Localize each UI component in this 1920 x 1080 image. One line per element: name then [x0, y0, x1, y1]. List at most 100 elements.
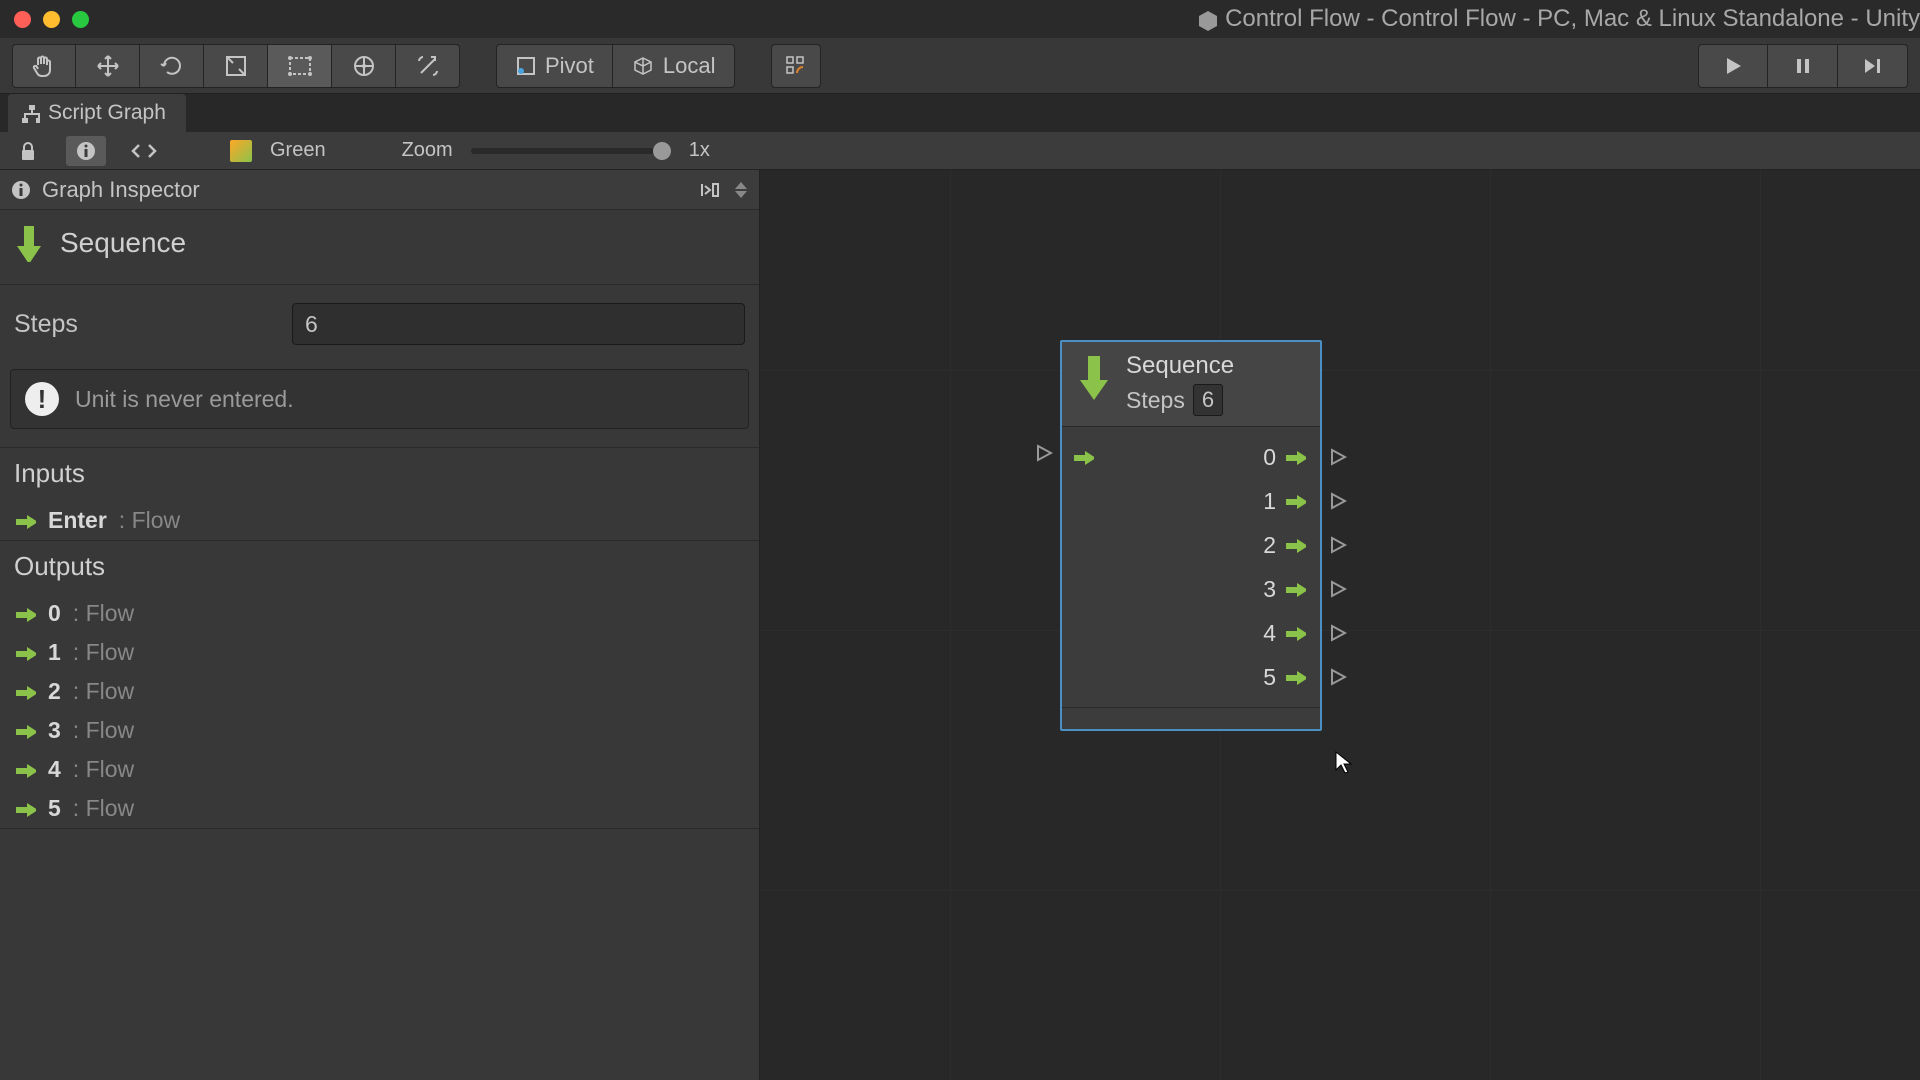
output-name: 3 [48, 717, 61, 744]
close-window-button[interactable] [14, 11, 31, 28]
output-name: 0 [48, 600, 61, 627]
play-button[interactable] [1698, 44, 1768, 88]
graph-inspector-panel: Graph Inspector Sequence Steps ! Unit is… [0, 170, 760, 1080]
local-label: Local [663, 53, 716, 79]
flow-output-port[interactable] [1328, 491, 1348, 511]
flow-output-port[interactable] [1328, 579, 1348, 599]
lock-button[interactable] [8, 136, 48, 166]
window-title: Control Flow - Control Flow - PC, Mac & … [1197, 5, 1920, 33]
step-button[interactable] [1838, 44, 1908, 88]
node-output-index: 4 [1263, 620, 1276, 647]
code-view-button[interactable] [124, 136, 164, 166]
output-name: 5 [48, 795, 61, 822]
output-row: 4 : Flow [0, 750, 759, 789]
cursor-icon [1332, 750, 1358, 776]
steps-label: Steps [14, 310, 274, 339]
input-row: Enter : Flow [0, 501, 759, 540]
node-output-index: 5 [1263, 664, 1276, 691]
main-area: Graph Inspector Sequence Steps ! Unit is… [0, 170, 1920, 1080]
node-steps-value[interactable]: 6 [1193, 384, 1223, 416]
pause-button[interactable] [1768, 44, 1838, 88]
output-name: 1 [48, 639, 61, 666]
info-icon [75, 140, 97, 162]
custom-tool-button[interactable] [396, 44, 460, 88]
pivot-label: Pivot [545, 53, 594, 79]
output-row: 3 : Flow [0, 711, 759, 750]
local-icon [631, 55, 655, 77]
minimize-window-button[interactable] [43, 11, 60, 28]
input-name: Enter [48, 507, 107, 534]
flow-output-port[interactable] [1328, 447, 1348, 467]
sequence-down-arrow-icon [14, 224, 42, 262]
node-output-index: 2 [1263, 532, 1276, 559]
rotate-tool-button[interactable] [140, 44, 204, 88]
main-toolbar: Pivot Local [0, 38, 1920, 94]
script-graph-icon [20, 103, 40, 123]
info-icon [10, 179, 32, 201]
pivot-icon [515, 55, 537, 77]
node-title-row: Sequence [0, 210, 759, 284]
steps-input[interactable] [292, 303, 745, 345]
node-title: Sequence [1126, 352, 1234, 380]
graph-toolbar: Green Zoom 1x [0, 132, 1920, 170]
grid-snap-icon [783, 53, 809, 79]
node-input-row: 0 [1062, 435, 1320, 479]
graph-canvas[interactable]: Sequence Steps 6 0 1 2 3 4 5 [760, 170, 1920, 1080]
tab-script-graph[interactable]: Script Graph [8, 94, 186, 132]
inspector-title: Graph Inspector [42, 177, 200, 203]
handle-controls: Pivot Local [496, 44, 735, 88]
hand-tool-button[interactable] [12, 44, 76, 88]
sequence-node[interactable]: Sequence Steps 6 0 1 2 3 4 5 [1060, 340, 1322, 731]
zoom-slider-handle[interactable] [653, 142, 671, 160]
flow-output-port[interactable] [1328, 535, 1348, 555]
snap-toggle-button[interactable] [771, 44, 821, 88]
pivot-toggle-button[interactable]: Pivot [496, 44, 613, 88]
output-row: 5 : Flow [0, 789, 759, 828]
warning-message: ! Unit is never entered. [10, 369, 749, 429]
transform-tool-button[interactable] [332, 44, 396, 88]
node-title: Sequence [60, 227, 186, 259]
rect-tool-button[interactable] [268, 44, 332, 88]
inputs-section-label: Inputs [0, 448, 759, 501]
node-output-index: 1 [1263, 488, 1276, 515]
move-tool-button[interactable] [76, 44, 140, 88]
maximize-window-button[interactable] [72, 11, 89, 28]
context-label: Green [270, 139, 326, 162]
flow-input-port[interactable] [1034, 443, 1054, 463]
collapse-panel-button[interactable] [697, 177, 723, 203]
zoom-label: Zoom [402, 139, 453, 162]
graph-context-icon [230, 140, 252, 162]
node-output-index: 0 [1263, 444, 1276, 471]
node-header[interactable]: Sequence Steps 6 [1062, 342, 1320, 426]
output-type: : Flow [73, 795, 134, 822]
title-bar: Control Flow - Control Flow - PC, Mac & … [0, 0, 1920, 38]
warning-text: Unit is never entered. [75, 386, 294, 413]
code-icon [130, 141, 158, 161]
warning-icon: ! [25, 382, 59, 416]
output-row: 1 : Flow [0, 633, 759, 672]
output-name: 2 [48, 678, 61, 705]
transform-tools [12, 44, 460, 88]
output-row: 2 : Flow [0, 672, 759, 711]
vertical-stepper[interactable] [733, 180, 749, 200]
local-toggle-button[interactable]: Local [613, 44, 735, 88]
node-steps-label: Steps [1126, 387, 1185, 414]
output-type: : Flow [73, 678, 134, 705]
node-output-row: 3 [1062, 567, 1320, 611]
zoom-slider[interactable] [471, 148, 671, 154]
window-controls [14, 11, 89, 28]
output-type: : Flow [73, 600, 134, 627]
inputs-list: Enter : Flow [0, 501, 759, 540]
info-toggle-button[interactable] [66, 136, 106, 166]
output-name: 4 [48, 756, 61, 783]
flow-output-port[interactable] [1328, 623, 1348, 643]
scale-tool-button[interactable] [204, 44, 268, 88]
node-body: 0 1 2 3 4 5 [1062, 426, 1320, 707]
flow-output-port[interactable] [1328, 667, 1348, 687]
steps-row: Steps [0, 285, 759, 363]
zoom-value: 1x [689, 139, 710, 162]
node-footer [1062, 707, 1320, 729]
inspector-header: Graph Inspector [0, 170, 759, 210]
unity-icon [1197, 9, 1219, 31]
lock-icon [19, 141, 37, 161]
